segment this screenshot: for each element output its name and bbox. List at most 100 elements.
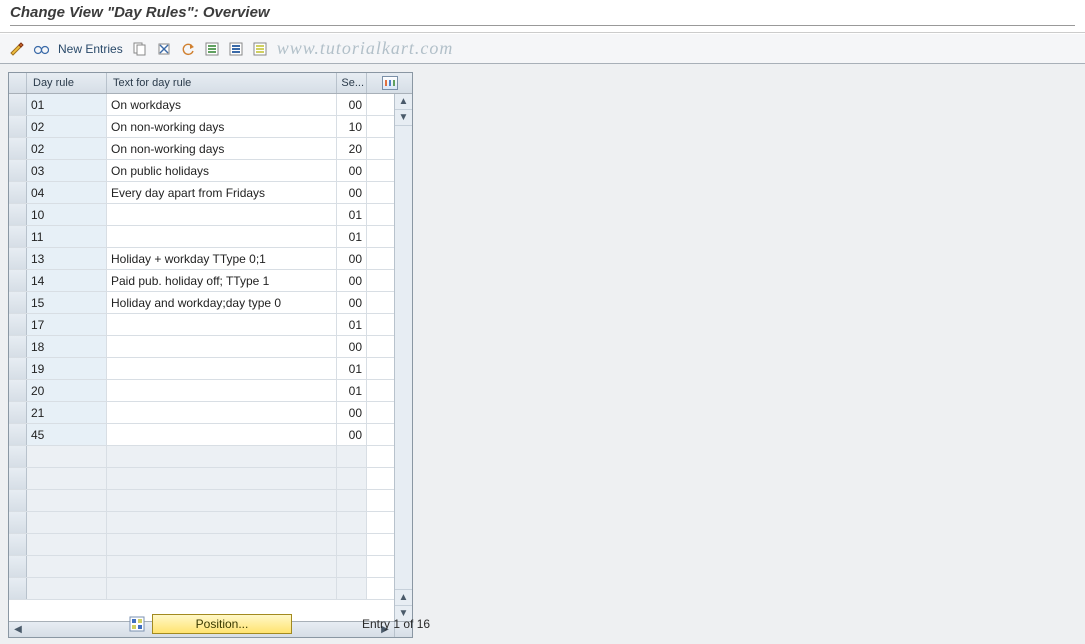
cell-se[interactable]: 00 bbox=[337, 94, 367, 115]
row-selector[interactable] bbox=[9, 380, 27, 401]
cell-text[interactable]: On non-working days bbox=[107, 138, 337, 159]
glasses-icon[interactable] bbox=[32, 40, 50, 58]
cell-text[interactable] bbox=[107, 314, 337, 335]
cell-text[interactable]: Paid pub. holiday off; TType 1 bbox=[107, 270, 337, 291]
cell-text[interactable] bbox=[107, 512, 337, 533]
new-entries-button[interactable]: New Entries bbox=[56, 42, 125, 56]
cell-day-rule[interactable]: 18 bbox=[27, 336, 107, 357]
row-selector[interactable] bbox=[9, 556, 27, 577]
cell-se[interactable] bbox=[337, 578, 367, 599]
cell-day-rule[interactable] bbox=[27, 446, 107, 467]
cell-se[interactable]: 01 bbox=[337, 204, 367, 225]
cell-se[interactable]: 00 bbox=[337, 402, 367, 423]
cell-day-rule[interactable] bbox=[27, 578, 107, 599]
cell-se[interactable] bbox=[337, 534, 367, 555]
cell-text[interactable]: On non-working days bbox=[107, 116, 337, 137]
col-header-text[interactable]: Text for day rule bbox=[107, 73, 337, 93]
cell-day-rule[interactable]: 02 bbox=[27, 138, 107, 159]
cell-day-rule[interactable]: 45 bbox=[27, 424, 107, 445]
cell-se[interactable] bbox=[337, 468, 367, 489]
position-button[interactable]: Position... bbox=[152, 614, 292, 634]
table-settings-header[interactable] bbox=[367, 73, 412, 93]
cell-se[interactable]: 10 bbox=[337, 116, 367, 137]
cell-text[interactable] bbox=[107, 446, 337, 467]
select-block-icon[interactable] bbox=[227, 40, 245, 58]
row-selector[interactable] bbox=[9, 116, 27, 137]
cell-text[interactable] bbox=[107, 468, 337, 489]
cell-day-rule[interactable] bbox=[27, 534, 107, 555]
row-selector[interactable] bbox=[9, 402, 27, 423]
cell-se[interactable]: 01 bbox=[337, 380, 367, 401]
col-header-se[interactable]: Se... bbox=[337, 73, 367, 93]
cell-se[interactable] bbox=[337, 556, 367, 577]
deselect-all-icon[interactable] bbox=[251, 40, 269, 58]
cell-day-rule[interactable]: 01 bbox=[27, 94, 107, 115]
cell-day-rule[interactable]: 19 bbox=[27, 358, 107, 379]
row-selector[interactable] bbox=[9, 94, 27, 115]
table-settings-icon[interactable] bbox=[382, 76, 398, 90]
cell-day-rule[interactable]: 04 bbox=[27, 182, 107, 203]
row-selector[interactable] bbox=[9, 138, 27, 159]
copy-icon[interactable] bbox=[131, 40, 149, 58]
position-icon[interactable] bbox=[128, 615, 146, 633]
cell-text[interactable] bbox=[107, 336, 337, 357]
cell-se[interactable]: 00 bbox=[337, 292, 367, 313]
scroll-up-arrow[interactable]: ▲ bbox=[395, 94, 412, 110]
cell-day-rule[interactable]: 17 bbox=[27, 314, 107, 335]
cell-day-rule[interactable]: 11 bbox=[27, 226, 107, 247]
row-selector[interactable] bbox=[9, 336, 27, 357]
cell-day-rule[interactable]: 03 bbox=[27, 160, 107, 181]
scroll-track[interactable] bbox=[395, 126, 412, 589]
row-selector[interactable] bbox=[9, 424, 27, 445]
cell-day-rule[interactable]: 13 bbox=[27, 248, 107, 269]
row-selector[interactable] bbox=[9, 358, 27, 379]
cell-text[interactable] bbox=[107, 534, 337, 555]
cell-day-rule[interactable] bbox=[27, 468, 107, 489]
cell-text[interactable] bbox=[107, 424, 337, 445]
cell-se[interactable]: 00 bbox=[337, 336, 367, 357]
cell-text[interactable] bbox=[107, 358, 337, 379]
cell-day-rule[interactable]: 14 bbox=[27, 270, 107, 291]
cell-day-rule[interactable] bbox=[27, 490, 107, 511]
cell-text[interactable] bbox=[107, 578, 337, 599]
row-selector[interactable] bbox=[9, 578, 27, 599]
cell-day-rule[interactable]: 21 bbox=[27, 402, 107, 423]
row-selector[interactable] bbox=[9, 468, 27, 489]
cell-se[interactable]: 00 bbox=[337, 160, 367, 181]
select-all-icon[interactable] bbox=[203, 40, 221, 58]
row-selector[interactable] bbox=[9, 490, 27, 511]
cell-text[interactable]: On workdays bbox=[107, 94, 337, 115]
undo-icon[interactable] bbox=[179, 40, 197, 58]
row-selector[interactable] bbox=[9, 204, 27, 225]
row-selector[interactable] bbox=[9, 534, 27, 555]
cell-day-rule[interactable] bbox=[27, 556, 107, 577]
cell-day-rule[interactable]: 20 bbox=[27, 380, 107, 401]
cell-text[interactable] bbox=[107, 402, 337, 423]
cell-text[interactable] bbox=[107, 204, 337, 225]
row-selector[interactable] bbox=[9, 160, 27, 181]
delete-icon[interactable] bbox=[155, 40, 173, 58]
row-selector-header[interactable] bbox=[9, 73, 27, 93]
row-selector[interactable] bbox=[9, 446, 27, 467]
cell-text[interactable] bbox=[107, 556, 337, 577]
cell-text[interactable]: Holiday and workday;day type 0 bbox=[107, 292, 337, 313]
cell-se[interactable]: 01 bbox=[337, 358, 367, 379]
cell-se[interactable]: 00 bbox=[337, 182, 367, 203]
scroll-down-arrow-2[interactable]: ▲ bbox=[395, 589, 412, 605]
cell-se[interactable]: 20 bbox=[337, 138, 367, 159]
cell-se[interactable] bbox=[337, 512, 367, 533]
row-selector[interactable] bbox=[9, 270, 27, 291]
vertical-scrollbar[interactable]: ▲ ▼ ▲ ▼ bbox=[394, 94, 412, 621]
row-selector[interactable] bbox=[9, 248, 27, 269]
scroll-up-arrow-2[interactable]: ▼ bbox=[395, 110, 412, 126]
cell-text[interactable] bbox=[107, 226, 337, 247]
cell-se[interactable] bbox=[337, 490, 367, 511]
cell-text[interactable] bbox=[107, 380, 337, 401]
row-selector[interactable] bbox=[9, 314, 27, 335]
cell-se[interactable]: 01 bbox=[337, 226, 367, 247]
cell-text[interactable] bbox=[107, 490, 337, 511]
display-change-icon[interactable] bbox=[8, 40, 26, 58]
col-header-day-rule[interactable]: Day rule bbox=[27, 73, 107, 93]
cell-day-rule[interactable]: 02 bbox=[27, 116, 107, 137]
cell-se[interactable]: 00 bbox=[337, 270, 367, 291]
